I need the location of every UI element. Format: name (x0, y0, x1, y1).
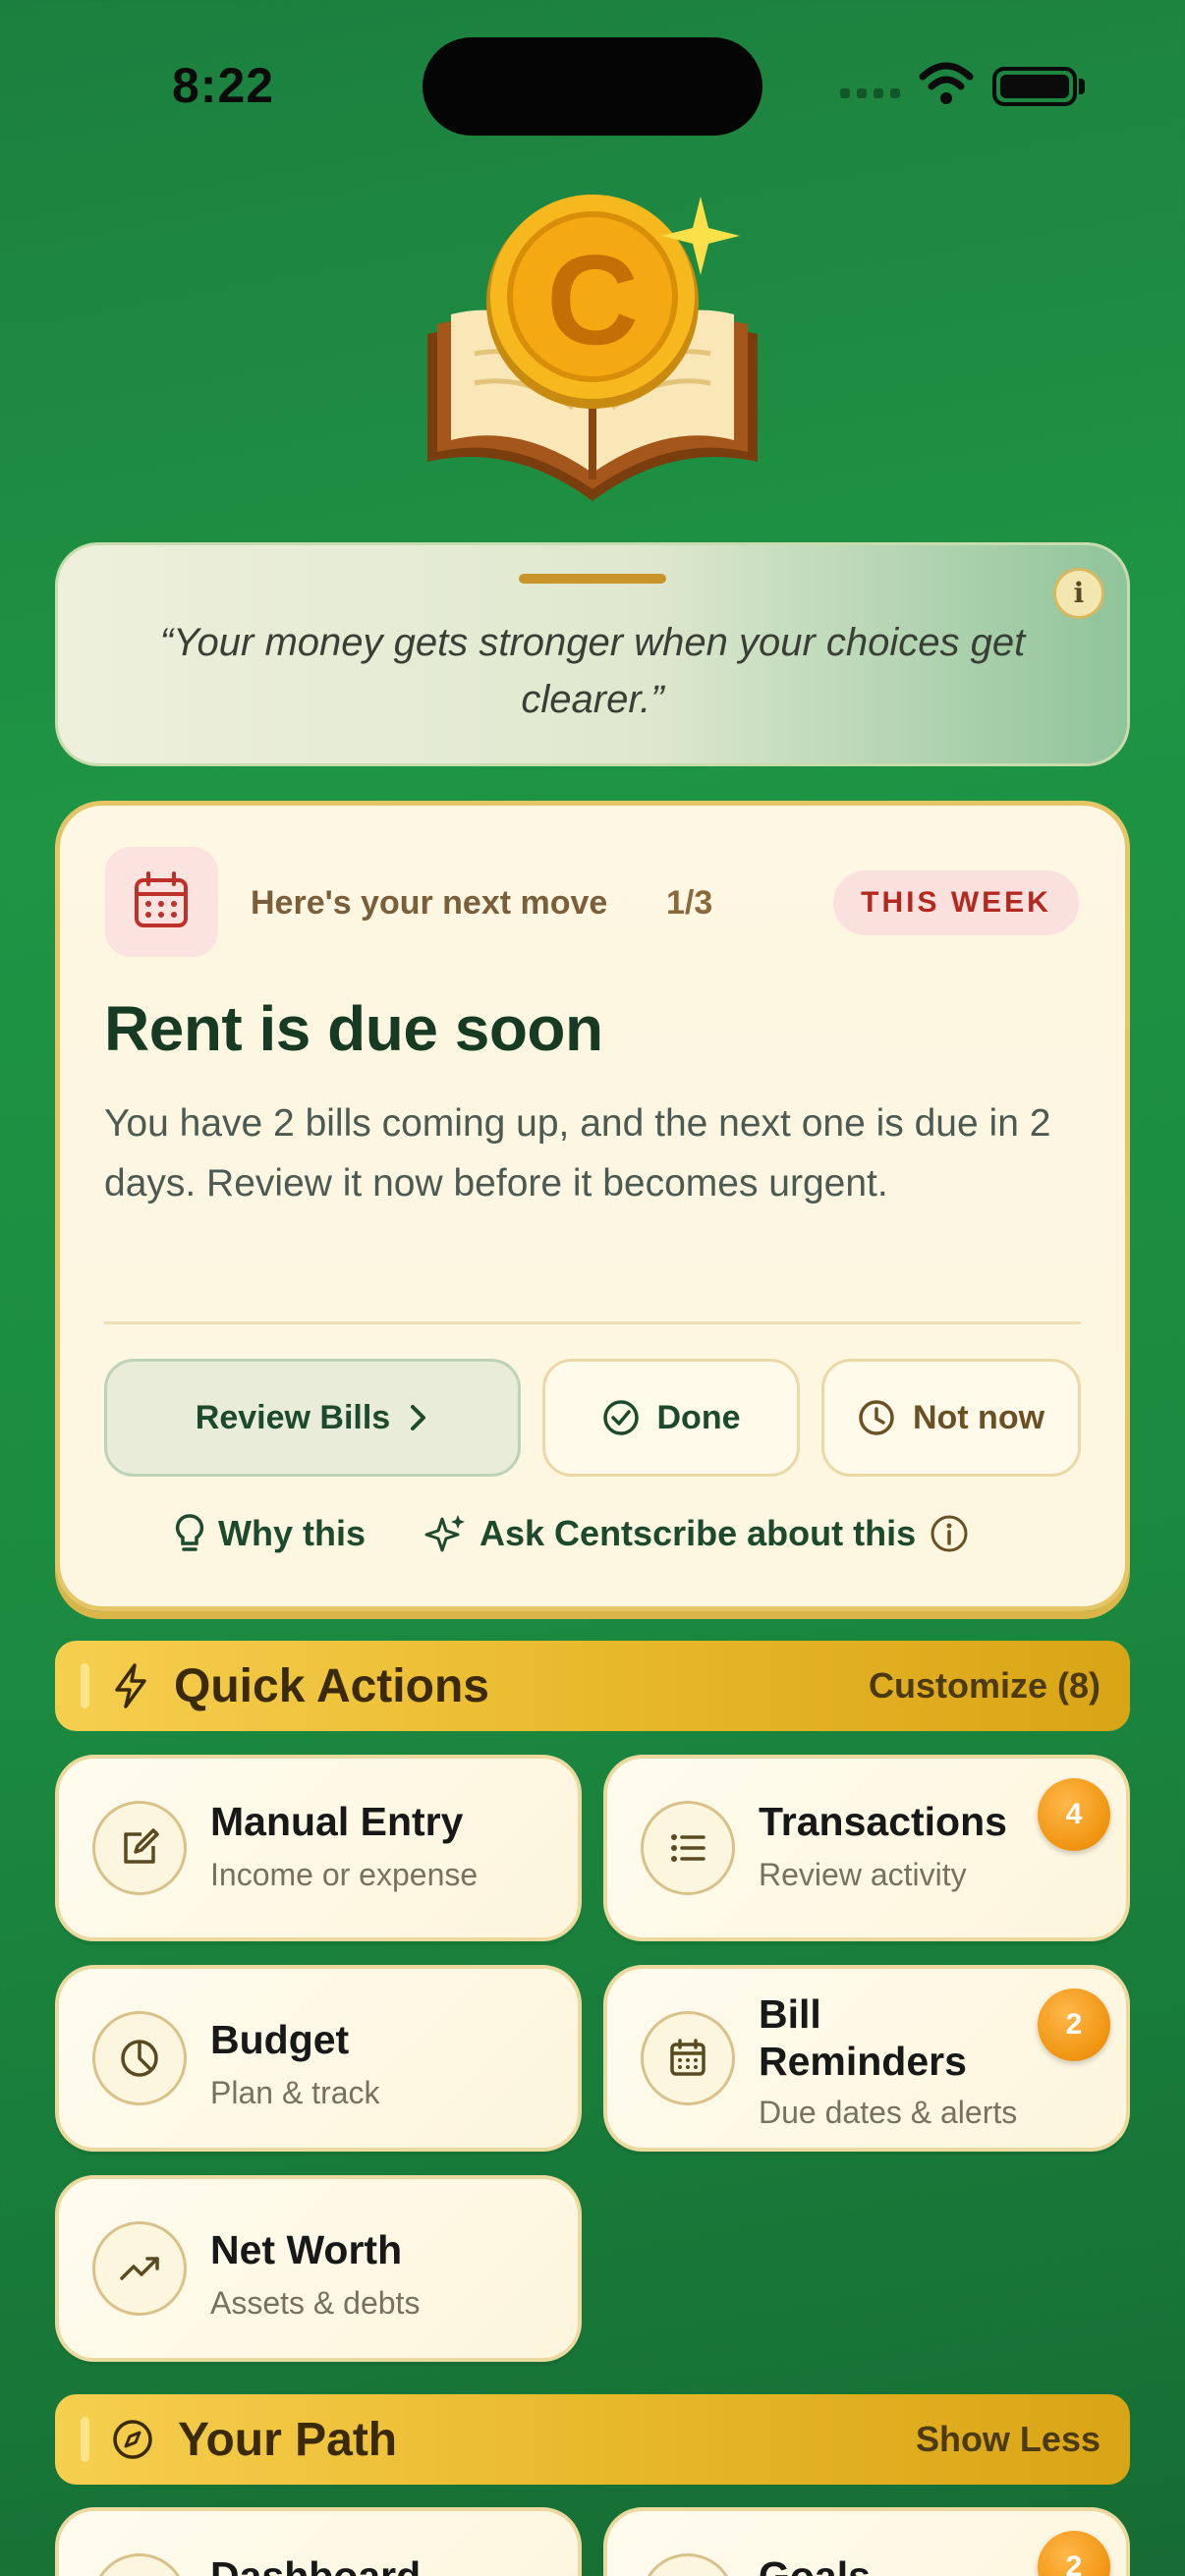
tile-title: Bill Reminders (759, 1991, 967, 2084)
your-path-header: Your Path Show Less (55, 2394, 1130, 2485)
edit-icon (92, 1801, 187, 1895)
next-move-description: You have 2 bills coming up, and the next… (104, 1102, 1051, 1204)
tile-title: Budget (210, 2017, 350, 2062)
tile-title: Manual Entry (210, 1799, 464, 1844)
customize-button[interactable]: Customize (8) (869, 1665, 1100, 1707)
lightbulb-icon (175, 1514, 204, 1551)
quote-text: “Your money gets stronger when your choi… (159, 621, 1026, 721)
bill-reminders-tile[interactable]: Bill Reminders Due dates & alerts 2 (603, 1965, 1130, 2152)
sparkles-icon (424, 1515, 465, 1552)
tile-subtitle: Plan & track (210, 2075, 380, 2110)
tile-subtitle: Due dates & alerts (759, 2095, 1018, 2130)
transactions-tile[interactable]: Transactions Review activity 4 (603, 1755, 1130, 1941)
dashboard-tile[interactable]: Dashboard (55, 2507, 582, 2576)
review-bills-label: Review Bills (195, 1398, 391, 1436)
done-button[interactable]: Done (542, 1359, 800, 1477)
list-icon (641, 1801, 735, 1895)
count-badge: 4 (1038, 1778, 1110, 1851)
divider (104, 1321, 1081, 1324)
not-now-label: Not now (912, 1398, 1045, 1436)
battery-icon (992, 67, 1077, 106)
chevron-right-icon (411, 1405, 426, 1430)
tile-title: Net Worth (210, 2227, 403, 2272)
ask-centscribe-label: Ask Centscribe about this (480, 1513, 917, 1553)
dashboard-icon (92, 2553, 187, 2576)
review-bills-button[interactable]: Review Bills (104, 1359, 521, 1477)
quick-actions-title: Quick Actions (174, 1659, 489, 1712)
tile-title: Transactions (759, 1799, 1007, 1844)
cellular-signal-icon (840, 88, 900, 98)
your-path-title: Your Path (178, 2413, 398, 2466)
clock-icon (859, 1400, 894, 1435)
quick-actions-header: Quick Actions Customize (8) (55, 1641, 1130, 1731)
tile-title: Goals (759, 2553, 871, 2576)
timeframe-badge: THIS WEEK (833, 870, 1079, 935)
next-move-title: Rent is due soon (104, 993, 603, 1064)
count-badge: 2 (1038, 2531, 1110, 2576)
dynamic-island (423, 37, 762, 136)
calendar-icon (641, 2011, 735, 2105)
calendar-icon (105, 847, 218, 957)
net-worth-tile[interactable]: Net Worth Assets & debts (55, 2175, 582, 2362)
tile-subtitle: Review activity (759, 1857, 967, 1892)
goals-tile[interactable]: Goals 2 (603, 2507, 1130, 2576)
tile-subtitle: Income or expense (210, 1857, 479, 1892)
lightning-icon (115, 1663, 146, 1708)
next-move-label: Here's your next move (251, 884, 608, 922)
compass-icon (113, 2420, 152, 2459)
tile-title: Dashboard (210, 2553, 422, 2576)
info-icon (931, 1515, 968, 1552)
show-less-button[interactable]: Show Less (916, 2419, 1100, 2460)
count-badge: 2 (1038, 1988, 1110, 2061)
done-label: Done (656, 1398, 741, 1436)
svg-text:C: C (546, 228, 639, 371)
tile-subtitle: Assets & debts (210, 2285, 421, 2321)
why-this-link[interactable]: Why this (175, 1513, 366, 1554)
pie-chart-icon (92, 2011, 187, 2105)
status-time: 8:22 (172, 58, 275, 113)
next-move-counter: 1/3 (666, 884, 713, 922)
budget-tile[interactable]: Budget Plan & track (55, 1965, 582, 2152)
manual-entry-tile[interactable]: Manual Entry Income or expense (55, 1755, 582, 1941)
trend-up-icon (92, 2221, 187, 2316)
why-this-label: Why this (218, 1513, 366, 1553)
ask-centscribe-link[interactable]: Ask Centscribe about this (424, 1513, 969, 1554)
app-logo-book-coin: C (427, 195, 758, 501)
goals-icon (641, 2553, 735, 2576)
check-circle-icon (602, 1400, 639, 1435)
wifi-icon (919, 62, 974, 104)
not-now-button[interactable]: Not now (821, 1359, 1081, 1477)
quote-info-icon[interactable]: i (1053, 568, 1104, 619)
drag-handle[interactable] (519, 574, 666, 584)
